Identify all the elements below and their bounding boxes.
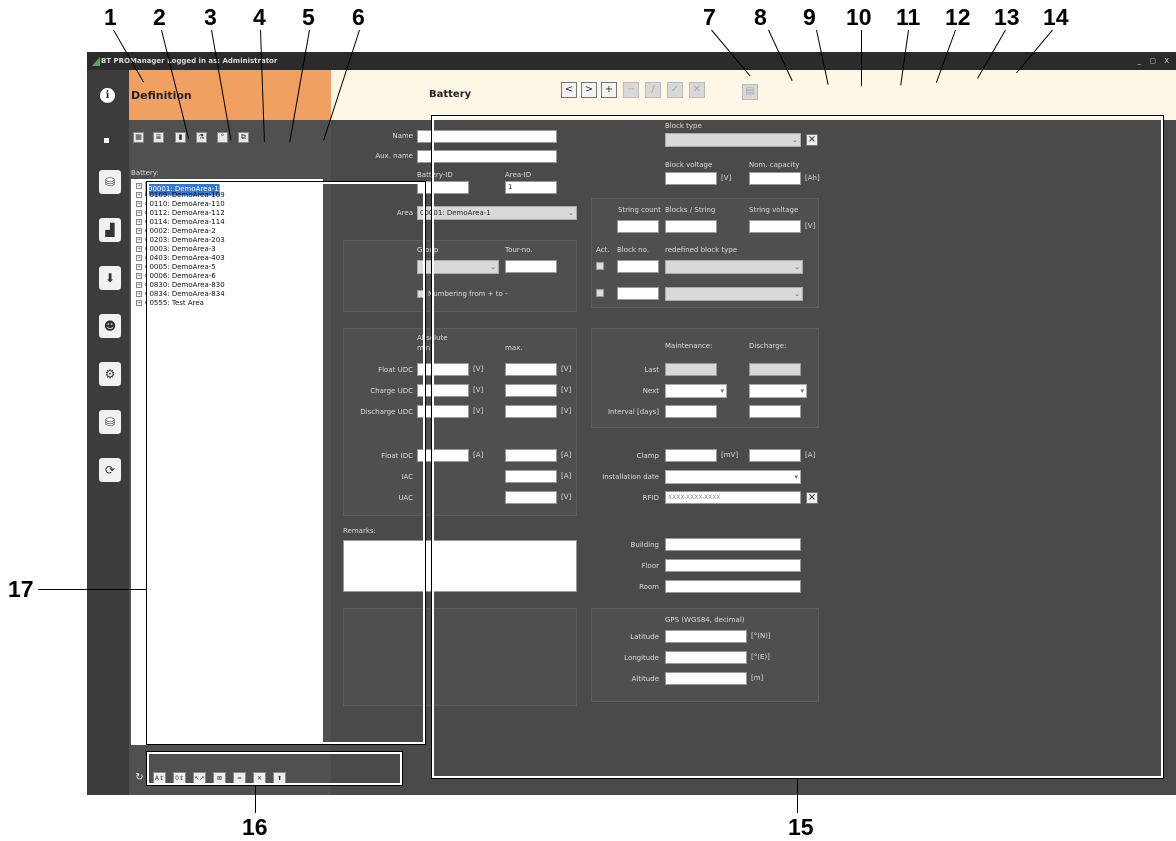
tree-item[interactable]: +00001: DemoArea-1 [136,182,220,196]
window-controls[interactable]: _ ▢ X [1138,52,1172,70]
callout-13: 13 [994,4,1020,30]
callout-17: 17 [8,576,34,602]
sync-icon[interactable]: ⟳ [99,458,121,482]
database-check-icon[interactable]: ⛁ [99,170,121,194]
expand-icon[interactable]: + [136,228,142,234]
delete-icon[interactable]: − [623,82,639,98]
callout-10: 10 [846,4,872,30]
info-button[interactable]: i [87,70,129,120]
expand-icon[interactable]: + [136,300,142,306]
highlight-form-area [431,115,1164,779]
expand-icon[interactable]: + [136,210,142,216]
leader-15 [797,779,798,813]
save-icon[interactable]: ✓ [667,82,683,98]
manual-figure: 1 2 3 4 5 6 7 8 9 10 11 12 13 14 15 16 1… [0,0,1176,841]
leader-16 [255,786,256,813]
flask-icon[interactable]: ⚗ [196,132,207,143]
collapse-icon[interactable] [104,138,109,143]
chart-icon[interactable]: ▟ [99,218,121,242]
edit-icon[interactable]: / [645,82,661,98]
expand-icon[interactable]: + [136,237,142,243]
download-icon[interactable]: ⬇ [99,266,121,290]
callout-3: 3 [204,4,217,30]
battery-icon[interactable]: ▮ [175,132,186,143]
expand-icon[interactable]: + [136,291,142,297]
refresh-icon[interactable]: ↻ [133,772,146,785]
users-icon[interactable]: ☻ [99,314,121,338]
callout-2: 2 [153,4,166,30]
expand-icon[interactable]: + [136,219,142,225]
temperature-icon[interactable]: ° [217,132,228,143]
table-icon[interactable]: ▦ [133,132,144,143]
callout-6: 6 [352,4,365,30]
expand-icon[interactable]: + [136,264,142,270]
cancel-icon[interactable]: ✕ [689,82,705,98]
callout-11: 11 [896,4,921,30]
database-settings-icon[interactable]: ⛁ [99,410,121,434]
battery-label: Battery: [131,169,159,177]
expand-icon[interactable]: + [136,282,142,288]
expand-icon[interactable]: + [136,201,142,207]
expand-icon[interactable]: + [136,246,142,252]
export-icon[interactable]: ▤ [742,84,758,100]
expand-icon[interactable]: + [136,192,142,198]
leader-17 [38,589,147,590]
copy-icon[interactable]: ⧉ [238,132,249,143]
add-icon[interactable]: + [601,82,617,98]
callout-8: 8 [754,4,767,30]
callout-1: 1 [104,4,117,30]
title-bar: BT PROManager Logged in as: Administrato… [87,52,1176,70]
callout-14: 14 [1043,4,1069,30]
callout-16: 16 [242,814,268,840]
callout-4: 4 [253,4,266,30]
info-icon: i [100,88,115,103]
aux-name-label: Aux. name [375,152,413,160]
callout-5: 5 [302,4,315,30]
callout-7: 7 [703,4,716,30]
callout-12: 12 [945,4,971,30]
callout-15: 15 [788,814,814,840]
name-label: Name [392,132,413,140]
callout-9: 9 [803,4,816,30]
prev-icon[interactable]: < [561,82,577,98]
list-icon[interactable]: ≣ [153,132,164,143]
page-title: Battery [429,89,472,100]
expand-icon[interactable]: + [136,255,142,261]
next-icon[interactable]: > [581,82,597,98]
expand-icon[interactable]: + [136,273,142,279]
leader-10 [861,30,862,86]
highlight-battery-tree [146,181,426,745]
main-sidebar: ⛁ ▟ ⬇ ☻ ⚙ ⛁ ⟳ [87,120,129,795]
app-logo-icon [92,57,100,66]
highlight-bottom-toolbar [146,751,403,786]
settings-icon[interactable]: ⚙ [99,362,121,386]
expand-icon[interactable]: + [136,183,142,189]
